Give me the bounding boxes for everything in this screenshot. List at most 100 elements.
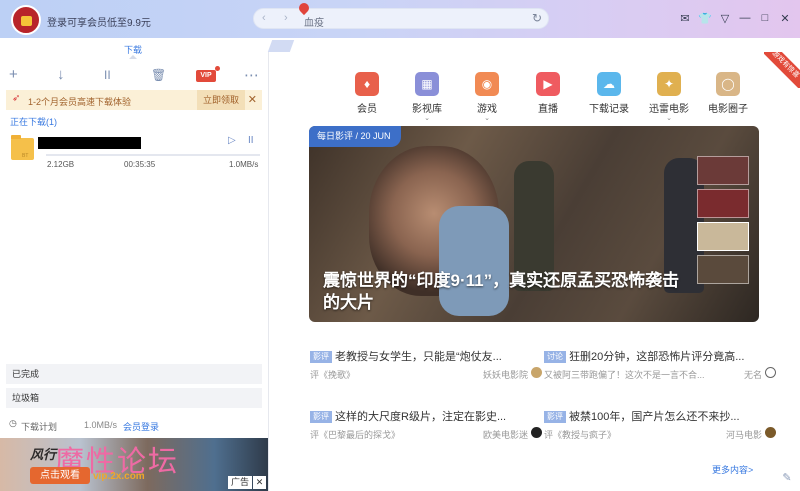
forward-icon[interactable]: › bbox=[284, 12, 288, 24]
featured-review-card[interactable]: 每日影评 / 20 JUN 震惊世界的“印度9·11”，真实还原孟买恐怖袭击的大… bbox=[309, 126, 759, 322]
corner-badge[interactable]: 游戏有惊喜 bbox=[764, 52, 800, 88]
news-subtitle: 又被阿三带跑偏了！这次不是一言不合... bbox=[544, 370, 705, 380]
news-source: 无名 bbox=[743, 370, 762, 380]
maximize-icon[interactable]: □ bbox=[758, 11, 772, 25]
pause-icon[interactable]: II bbox=[248, 135, 254, 146]
task-remaining-time: 00:35:35 bbox=[124, 160, 156, 169]
author-avatar bbox=[531, 367, 542, 378]
downloading-header[interactable]: 正在下载(1) bbox=[10, 115, 57, 128]
review-badge: 影评 bbox=[544, 411, 566, 423]
ad-title: 风行 bbox=[30, 447, 57, 462]
plan-speed: 1.0MB/s bbox=[84, 420, 118, 430]
search-input[interactable]: 血疫 bbox=[304, 14, 324, 29]
promo-close-icon[interactable]: ✕ bbox=[248, 93, 257, 106]
thumbnail[interactable] bbox=[697, 222, 749, 251]
nav-label: 迅雷电影 bbox=[649, 104, 689, 115]
nav-label: 直播 bbox=[538, 104, 558, 115]
member-icon: ♦ bbox=[355, 72, 379, 96]
completed-section[interactable]: 已完成 bbox=[6, 364, 262, 384]
news-source: 欧美电影迷 bbox=[482, 430, 528, 440]
close-icon[interactable]: ✕ bbox=[778, 11, 792, 25]
folder-icon: BT bbox=[11, 135, 34, 160]
pause-all-icon[interactable]: II bbox=[104, 68, 111, 82]
news-title[interactable]: 被禁100年，国产片怎么还不来抄... bbox=[569, 411, 740, 423]
title-bar: 登录可享会员低至9.9元 ‹ › 血疫 ↻ ✉ 👕 ▽ — □ ✕ bbox=[0, 0, 800, 38]
task-progress-bar bbox=[46, 154, 260, 156]
member-login-link[interactable]: 会员登录 bbox=[123, 420, 159, 433]
minimize-icon[interactable]: — bbox=[738, 11, 752, 25]
tab-indicator bbox=[129, 55, 137, 59]
nav-label: 影视库 bbox=[412, 104, 442, 115]
new-tab-button[interactable] bbox=[267, 40, 295, 52]
nav-video-library[interactable]: ▦ 影视库 ⌄ bbox=[397, 72, 457, 122]
message-icon[interactable]: ✉ bbox=[678, 11, 692, 25]
nav-movie-circle[interactable]: ◯ 电影圈子 bbox=[698, 72, 758, 115]
thunder-icon: ➶ bbox=[12, 93, 21, 104]
play-icon[interactable]: ▷ bbox=[228, 135, 236, 146]
user-avatar[interactable] bbox=[11, 5, 41, 35]
nav-label: 游戏 bbox=[477, 104, 497, 115]
clock-icon: ◷ bbox=[9, 418, 17, 428]
trash-section[interactable]: 垃圾箱 bbox=[6, 388, 262, 408]
nav-live[interactable]: ▶ 直播 bbox=[518, 72, 578, 115]
movie-circle-icon: ◯ bbox=[716, 72, 740, 96]
author-avatar bbox=[531, 427, 542, 438]
download-plan-link[interactable]: 下载计划 bbox=[21, 420, 57, 433]
ad-banner[interactable]: 风行 魔性论坛 点击观看 vip.2x.com 广告 ✕ bbox=[0, 438, 268, 491]
corner-badge-text: 游戏有惊喜 bbox=[764, 52, 800, 88]
nav-download-history[interactable]: ☁ 下载记录 bbox=[579, 72, 639, 115]
add-task-icon[interactable]: + bbox=[9, 66, 18, 83]
video-library-icon: ▦ bbox=[415, 72, 439, 96]
discovery-panel: 游戏有惊喜 ♦ 会员 ▦ 影视库 ⌄ ◉ 游戏 ⌄ ▶ 直播 ☁ 下载记录 ✦ 迅雷电影 ⌄ ◯ 电影圈子 每日… bbox=[268, 52, 800, 491]
vip-icon[interactable]: VIP bbox=[196, 70, 216, 82]
nav-member[interactable]: ♦ 会员 bbox=[337, 72, 397, 115]
tab-download[interactable]: 下载 bbox=[0, 38, 268, 60]
chevron-down-icon[interactable]: ⌄ bbox=[457, 115, 517, 122]
author-avatar bbox=[765, 427, 776, 438]
nav-label: 电影圈子 bbox=[708, 104, 748, 115]
more-icon[interactable]: ⋯ bbox=[244, 66, 259, 84]
category-nav: ♦ 会员 ▦ 影视库 ⌄ ◉ 游戏 ⌄ ▶ 直播 ☁ 下载记录 ✦ 迅雷电影 ⌄ ◯ 电影圈子 bbox=[337, 72, 757, 122]
back-icon[interactable]: ‹ bbox=[262, 12, 266, 24]
nav-games[interactable]: ◉ 游戏 ⌄ bbox=[457, 72, 517, 122]
ad-cta-button[interactable]: 点击观看 bbox=[30, 467, 90, 484]
review-badge: 影评 bbox=[310, 351, 332, 363]
daily-review-tag: 每日影评 / 20 JUN bbox=[309, 126, 401, 147]
search-box[interactable]: ‹ › 血疫 ↻ bbox=[253, 0, 549, 29]
discussion-badge: 讨论 bbox=[544, 351, 566, 363]
games-icon: ◉ bbox=[475, 72, 499, 96]
chevron-down-icon[interactable]: ⌄ bbox=[397, 115, 457, 122]
ad-close-icon[interactable]: ✕ bbox=[253, 476, 266, 489]
refresh-icon[interactable]: ↻ bbox=[532, 11, 542, 25]
thumbnail[interactable] bbox=[697, 156, 749, 185]
thumbnail[interactable] bbox=[697, 255, 749, 284]
news-title[interactable]: 这样的大尺度R级片，注定在影史... bbox=[335, 411, 506, 423]
nav-label: 下载记录 bbox=[589, 104, 629, 115]
news-title[interactable]: 老教授与女学生，只能是“炮仗友... bbox=[335, 351, 502, 363]
hero-caption[interactable]: 震惊世界的“印度9·11”，真实还原孟买恐怖袭击的大片 bbox=[323, 270, 683, 314]
more-content-link[interactable]: 更多内容> bbox=[712, 463, 753, 476]
skin-icon[interactable]: 👕 bbox=[698, 11, 712, 25]
edit-icon[interactable]: ✎ bbox=[780, 471, 794, 485]
chevron-down-icon[interactable]: ⌄ bbox=[639, 115, 699, 122]
nav-label: 会员 bbox=[357, 104, 377, 115]
news-subtitle: 评《巴黎最后的探戈》 bbox=[310, 430, 401, 440]
review-badge: 影评 bbox=[310, 411, 332, 423]
task-name-redacted bbox=[38, 137, 141, 149]
vip-promo-link[interactable]: 登录可享会员低至9.9元 bbox=[47, 14, 151, 29]
download-icon[interactable]: ↓ bbox=[57, 66, 65, 83]
claim-button[interactable]: 立即领取 bbox=[197, 90, 245, 110]
news-source: 妖妖电影院 bbox=[482, 370, 528, 380]
news-title[interactable]: 狂删20分钟，这部恐怖片评分竟高... bbox=[569, 351, 744, 363]
menu-icon[interactable]: ▽ bbox=[718, 11, 732, 25]
notification-dot bbox=[215, 66, 220, 71]
author-avatar bbox=[765, 367, 776, 378]
ad-brand: vip.2x.com bbox=[93, 471, 145, 482]
ad-tag: 广告 bbox=[227, 476, 252, 489]
nav-xunlei-movies[interactable]: ✦ 迅雷电影 ⌄ bbox=[639, 72, 699, 122]
delete-icon[interactable]: 🗑 bbox=[151, 68, 166, 82]
thumbnail[interactable] bbox=[697, 189, 749, 218]
window-controls: ✉ 👕 ▽ — □ ✕ bbox=[678, 11, 792, 25]
download-task[interactable]: BT ▷ II 2.12GB 00:35:35 1.0MB/s bbox=[0, 130, 268, 175]
download-toolbar: + ↓ II 🗑 ⋯ bbox=[0, 65, 268, 85]
